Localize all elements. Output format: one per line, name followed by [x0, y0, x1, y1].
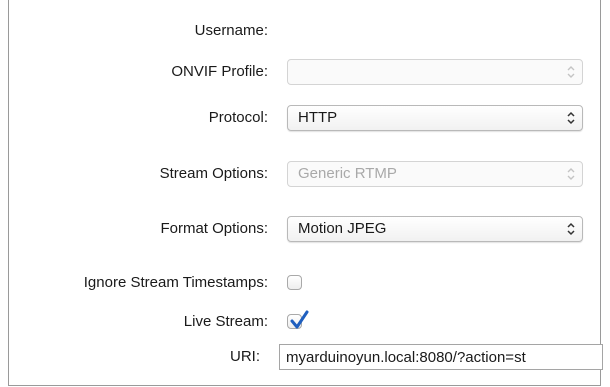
protocol-row: Protocol: HTTP — [9, 101, 600, 135]
uri-value: myarduinoyun.local:8080/?action=st — [286, 349, 526, 366]
username-label: Username: — [194, 22, 268, 39]
stream-options-row: Stream Options: Generic RTMP — [9, 157, 600, 191]
uri-label: URI: — [230, 348, 260, 365]
format-options-popup[interactable]: Motion JPEG — [287, 216, 583, 242]
ignore-timestamps-row: Ignore Stream Timestamps: — [9, 266, 600, 300]
updown-chevron-icon — [567, 66, 575, 78]
stream-options-value: Generic RTMP — [298, 165, 397, 182]
updown-chevron-icon — [567, 111, 575, 125]
uri-row: URI: myarduinoyun.local:8080/?action=st — [9, 340, 603, 374]
ignore-timestamps-label: Ignore Stream Timestamps: — [83, 274, 268, 291]
username-row: Username: — [9, 14, 600, 48]
live-stream-label: Live Stream: — [183, 313, 268, 330]
updown-chevron-icon — [567, 222, 575, 236]
live-stream-row: Live Stream: — [9, 305, 600, 339]
protocol-popup[interactable]: HTTP — [287, 105, 583, 131]
protocol-value: HTTP — [298, 109, 338, 126]
onvif-profile-row: ONVIF Profile: — [9, 55, 600, 89]
stream-options-label: Stream Options: — [159, 165, 268, 182]
updown-chevron-icon — [567, 168, 575, 180]
checkmark-icon — [290, 310, 309, 329]
uri-field[interactable]: myarduinoyun.local:8080/?action=st — [279, 344, 603, 370]
format-options-label: Format Options: — [160, 220, 268, 237]
settings-panel: Username: ONVIF Profile: Protocol: HTTP … — [8, 0, 603, 386]
format-options-row: Format Options: Motion JPEG — [9, 212, 600, 246]
onvif-profile-popup[interactable] — [287, 59, 583, 85]
ignore-timestamps-checkbox[interactable] — [287, 275, 302, 290]
stream-options-popup[interactable]: Generic RTMP — [287, 161, 583, 187]
protocol-label: Protocol: — [208, 109, 268, 126]
onvif-profile-label: ONVIF Profile: — [171, 63, 268, 80]
format-options-value: Motion JPEG — [298, 220, 387, 237]
live-stream-checkbox[interactable] — [287, 310, 309, 329]
